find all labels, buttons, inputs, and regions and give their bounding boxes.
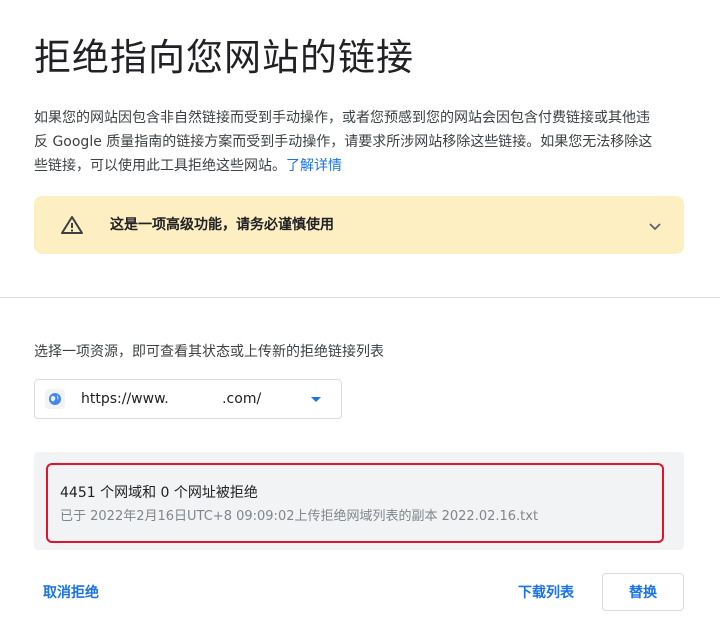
- disavow-summary: 4451 个网域和 0 个网址被拒绝: [60, 485, 258, 501]
- intro-text: 如果您的网站因包含非自然链接而受到手动操作，或者您预感到您的网站会因包含付费链接…: [34, 110, 653, 174]
- chevron-down-icon[interactable]: [648, 218, 662, 232]
- globe-icon: [45, 389, 65, 409]
- advanced-feature-warning[interactable]: 这是一项高级功能，请务必谨慎使用: [34, 196, 684, 254]
- property-select-label: 选择一项资源，即可查看其状态或上传新的拒绝链接列表: [34, 344, 384, 360]
- cancel-disavow-button[interactable]: 取消拒绝: [43, 583, 99, 603]
- download-list-button[interactable]: 下载列表: [518, 583, 574, 603]
- disavow-links-page: 拒绝指向您网站的链接 如果您的网站因包含非自然链接而受到手动操作，或者您预感到您…: [0, 0, 720, 620]
- page-title: 拒绝指向您网站的链接: [34, 36, 414, 79]
- intro-paragraph: 如果您的网站因包含非自然链接而受到手动操作，或者您预感到您的网站会因包含付费链接…: [34, 106, 660, 178]
- replace-button[interactable]: 替换: [602, 573, 684, 611]
- warning-text: 这是一项高级功能，请务必谨慎使用: [110, 217, 334, 233]
- dropdown-caret-icon: [311, 397, 321, 402]
- property-select-dropdown[interactable]: https://www. .com/: [34, 379, 342, 419]
- upload-detail: 已于 2022年2月16日UTC+8 09:09:02上传拒绝网域列表的副本 2…: [60, 509, 539, 524]
- status-highlight-box: 4451 个网域和 0 个网址被拒绝 已于 2022年2月16日UTC+8 09…: [46, 463, 664, 543]
- selected-property-url: https://www. .com/: [81, 391, 262, 407]
- warning-icon: [60, 215, 84, 235]
- section-divider: [0, 297, 720, 298]
- learn-more-link[interactable]: 了解详情: [286, 158, 342, 174]
- disavow-status-panel: 4451 个网域和 0 个网址被拒绝 已于 2022年2月16日UTC+8 09…: [34, 452, 684, 550]
